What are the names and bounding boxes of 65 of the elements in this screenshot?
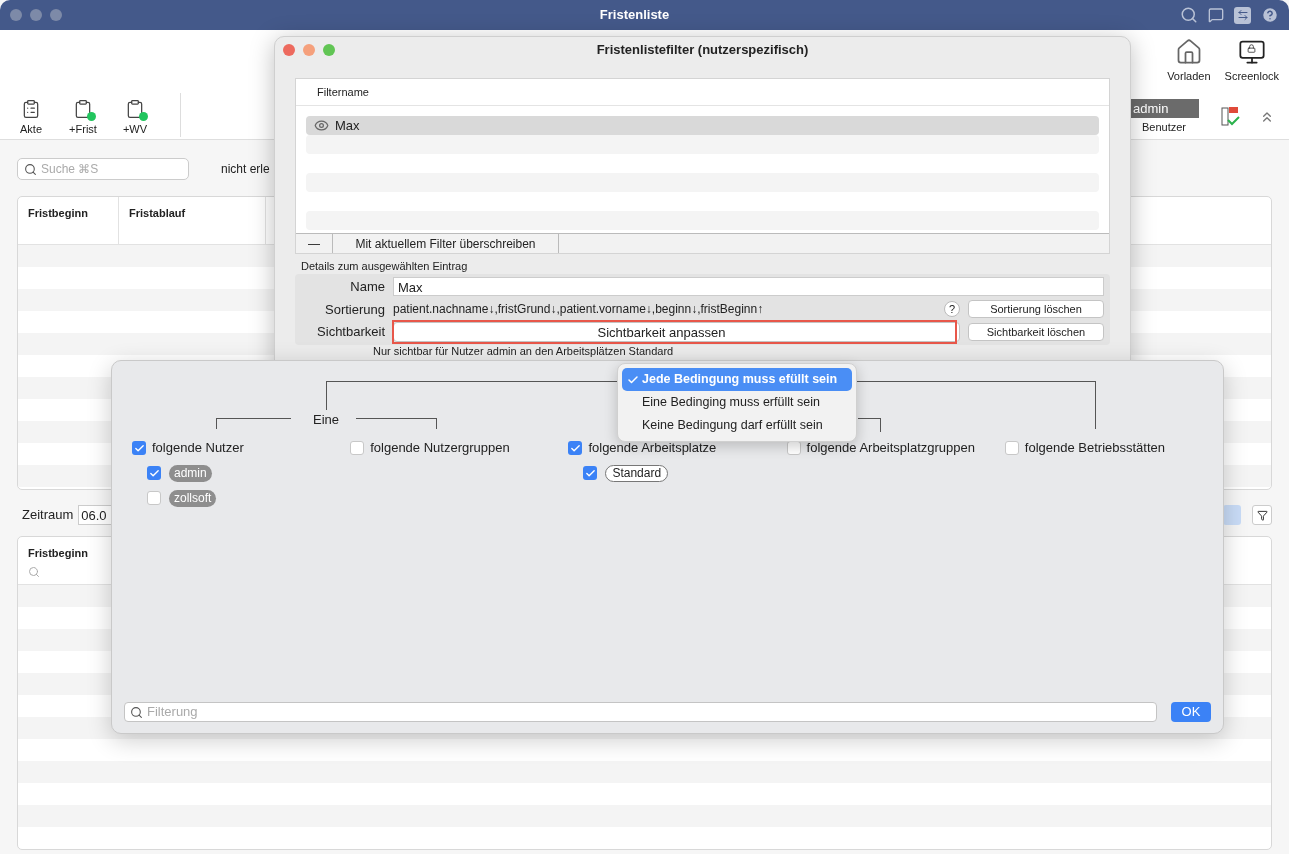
column-header[interactable]: Fristablauf xyxy=(129,205,255,222)
status-filter[interactable]: nicht erle xyxy=(221,160,270,178)
chat-icon[interactable] xyxy=(1208,7,1224,23)
toolbar-button[interactable]: +WV xyxy=(114,98,156,137)
help-button[interactable]: ? xyxy=(944,301,960,318)
search-icon xyxy=(24,162,37,176)
eye-icon xyxy=(314,118,329,133)
field-label: Sichtbarkeit xyxy=(316,323,385,342)
checkbox[interactable] xyxy=(350,441,365,455)
column-header[interactable]: Fristbeginn xyxy=(28,205,108,222)
condition-option[interactable]: folgende Arbeitsplatze xyxy=(568,440,787,456)
field-label: Name xyxy=(349,278,385,296)
section-title: Details zum ausgewählten Eintrag xyxy=(300,260,469,272)
clipboard-icon xyxy=(21,98,41,119)
visibility-button[interactable]: Sichtbarkeit anpassen xyxy=(393,322,960,342)
menu-item[interactable]: Eine Bedinging muss erfüllt sein xyxy=(622,391,852,414)
check-icon xyxy=(626,373,639,386)
search-icon xyxy=(130,705,143,719)
window-control[interactable] xyxy=(323,44,335,56)
column-header[interactable]: Filtername xyxy=(296,83,369,101)
toolbar-button[interactable]: Vorladen xyxy=(1167,38,1211,85)
monitor-lock-icon xyxy=(1237,38,1266,66)
window-control[interactable] xyxy=(30,9,42,21)
checkbox[interactable] xyxy=(147,491,161,505)
filter-button[interactable] xyxy=(1252,505,1272,525)
condition-option[interactable]: folgende Nutzer xyxy=(132,440,351,456)
sort-value: patient.nachname↓,fristGrund↓,patient.vorname↓,beginn↓,fristBeginn↑ xyxy=(393,301,765,319)
clear-sort-button[interactable]: Sortierung löschen xyxy=(968,300,1104,319)
clear-visibility-button[interactable]: Sichtbarkeit löschen xyxy=(968,323,1104,341)
checkbox[interactable] xyxy=(568,441,583,455)
window-control[interactable] xyxy=(303,44,315,56)
menu-item[interactable]: Keine Bedingung darf erfüllt sein xyxy=(622,414,852,437)
clipboard-add-icon xyxy=(73,98,93,119)
toolbar-button[interactable]: Screenlock xyxy=(1224,38,1279,85)
toolbar-button[interactable]: +Frist xyxy=(62,98,104,137)
user-label: Benutzer xyxy=(1142,119,1186,135)
search-icon[interactable] xyxy=(28,565,40,578)
clipboard-add-icon xyxy=(125,98,145,119)
window-control[interactable] xyxy=(10,9,22,21)
toolbar-button[interactable]: Akte xyxy=(10,98,52,137)
ok-button[interactable]: OK xyxy=(1171,702,1211,722)
workstation-tag[interactable]: Standard xyxy=(605,464,669,482)
user-badge[interactable]: admin xyxy=(1129,98,1199,118)
condition-option[interactable]: folgende Nutzergruppen xyxy=(350,440,569,456)
condition-option[interactable]: folgende Betriebsstätten xyxy=(1004,440,1223,456)
window-control[interactable] xyxy=(283,44,295,56)
window-control[interactable] xyxy=(50,9,62,21)
dialog-title: Fristenlistefilter (nutzerspezifisch) xyxy=(595,41,810,60)
checkbox[interactable] xyxy=(132,441,146,455)
checkbox[interactable] xyxy=(583,466,598,480)
overwrite-button[interactable]: Mit aktuellem Filter überschreiben xyxy=(333,234,559,253)
remote-icon[interactable] xyxy=(1234,6,1251,24)
search-icon[interactable] xyxy=(1180,6,1198,24)
name-field[interactable]: Max xyxy=(393,277,1104,297)
field-label: Sortierung xyxy=(324,300,385,319)
period-label: Zeitraum xyxy=(21,506,74,525)
checkbox[interactable] xyxy=(147,466,161,480)
remove-button[interactable]: — xyxy=(296,234,333,253)
help-icon[interactable] xyxy=(1261,6,1279,24)
window-title: Fristenliste xyxy=(598,6,671,25)
column-header[interactable]: Fristbeginn xyxy=(28,545,108,562)
filter-icon xyxy=(1256,509,1268,521)
checkbox[interactable] xyxy=(1004,441,1019,455)
visibility-note: Nur sichtbar für Nutzer admin an den Arbeitsplätzen Standard xyxy=(372,345,675,357)
filter-row[interactable]: Max xyxy=(306,116,1099,135)
